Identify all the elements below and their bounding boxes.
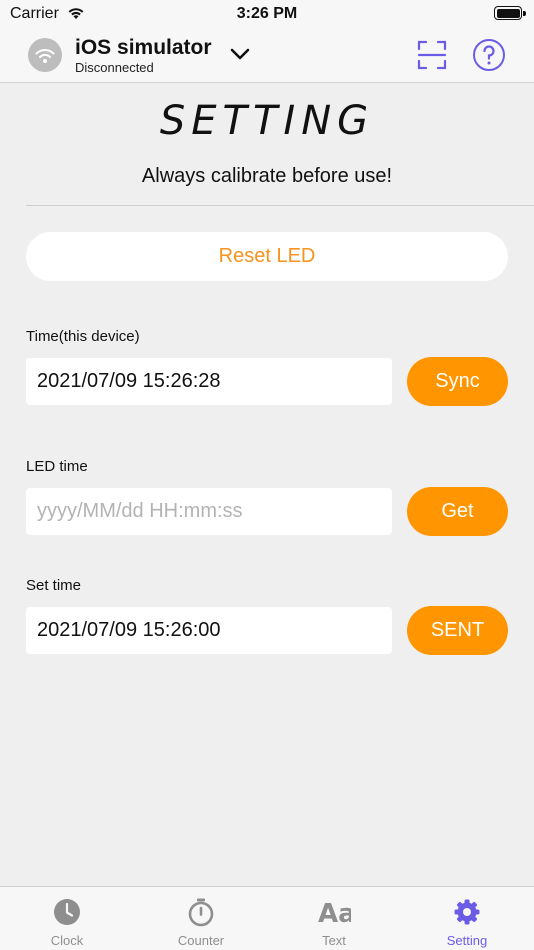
page-subtitle: Always calibrate before use! [141, 165, 393, 187]
chevron-down-icon[interactable] [229, 45, 251, 63]
text-aa-icon: Aa [318, 899, 351, 927]
tab-setting[interactable]: Setting [400, 887, 534, 950]
device-name[interactable]: iOS simulator [75, 36, 212, 60]
help-icon[interactable] [472, 38, 506, 72]
nav-bar: iOS simulator Disconnected [0, 28, 534, 83]
tab-clock-label: Clock [50, 933, 84, 948]
led-time-field[interactable]: yyyy/MM/dd HH:mm:ss [26, 488, 392, 535]
tab-counter[interactable]: Counter [134, 887, 268, 950]
page-title: SETTING [159, 98, 375, 144]
status-bar: Carrier 3:26 PM [0, 0, 534, 28]
gear-icon [454, 899, 480, 925]
device-wifi-icon [28, 38, 62, 72]
tab-setting-label: Setting [446, 933, 488, 948]
divider [26, 205, 534, 206]
status-time: 3:26 PM [236, 5, 298, 22]
tab-text[interactable]: Aa Text [267, 887, 401, 950]
sent-button[interactable]: SENT [407, 606, 508, 655]
svg-text:Aa: Aa [318, 899, 351, 927]
led-time-label: LED time [26, 458, 88, 475]
stopwatch-icon [188, 898, 214, 927]
get-button[interactable]: Get [407, 487, 508, 536]
sync-button[interactable]: Sync [407, 357, 508, 406]
tab-clock[interactable]: Clock [0, 887, 134, 950]
connection-status: Disconnected [75, 60, 154, 75]
device-time-field[interactable]: 2021/07/09 15:26:28 [26, 358, 392, 405]
reset-led-button[interactable]: Reset LED [26, 232, 508, 281]
tab-counter-label: Counter [177, 933, 225, 948]
device-time-label: Time(this device) [26, 328, 140, 345]
tab-bar: Clock Counter Aa Text Setting [0, 886, 534, 950]
set-time-field[interactable]: 2021/07/09 15:26:00 [26, 607, 392, 654]
tab-text-label: Text [322, 933, 346, 948]
clock-icon [54, 899, 80, 925]
battery-icon [494, 6, 526, 21]
scan-icon[interactable] [416, 39, 448, 71]
set-time-label: Set time [26, 577, 82, 594]
